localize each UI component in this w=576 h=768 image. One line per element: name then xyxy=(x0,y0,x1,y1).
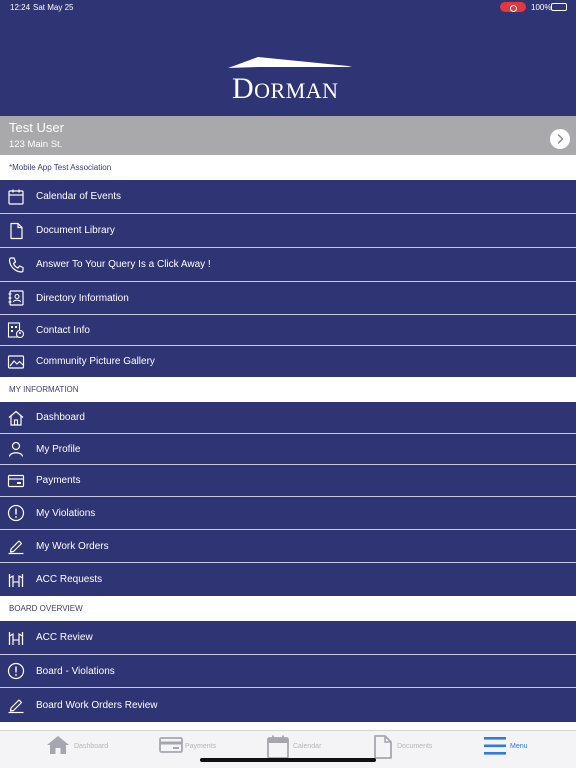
person-icon xyxy=(7,440,25,458)
association-label: *Mobile App Test Association xyxy=(0,155,576,180)
logo-text: DORMAN xyxy=(232,72,339,105)
chevron-right-icon xyxy=(557,134,564,144)
status-date: Sat May 25 xyxy=(33,3,74,12)
user-address: 123 Main St. xyxy=(9,139,63,150)
menu-item-label: Board Work Orders Review xyxy=(36,699,158,711)
menu-item-label: ACC Requests xyxy=(36,574,103,585)
menu-item-dashboard[interactable]: Dashboard xyxy=(0,402,576,434)
home-indicator xyxy=(200,758,376,762)
menu-item-acc-requests[interactable]: ACC Requests xyxy=(0,563,576,596)
exclamation-circle-icon xyxy=(7,504,25,522)
menu-item-contact-info[interactable]: Contact Info xyxy=(0,315,576,346)
menu-item-label: ACC Review xyxy=(36,632,93,643)
menu-item-label: My Profile xyxy=(36,443,81,455)
pen-edit-icon xyxy=(7,537,25,555)
menu-item-my-violations[interactable]: My Violations xyxy=(0,497,576,530)
menu-icon xyxy=(484,737,506,755)
menu-item-my-work-orders[interactable]: My Work Orders xyxy=(0,530,576,563)
logo-roof-icon xyxy=(228,57,352,68)
home-icon xyxy=(47,736,69,754)
menu-item-my-profile[interactable]: My Profile xyxy=(0,434,576,465)
tab-label: Calendar xyxy=(293,743,322,750)
app-header: DORMAN xyxy=(0,16,576,116)
tab-label: Dashboard xyxy=(74,743,109,750)
tab-menu[interactable]: Menu xyxy=(484,731,534,763)
battery-icon xyxy=(551,3,567,11)
menu-item-calendar-of-events[interactable]: Calendar of Events xyxy=(0,180,576,214)
user-info-bar[interactable]: Test User 123 Main St. xyxy=(0,116,576,155)
menu-item-directory-information[interactable]: Directory Information xyxy=(0,282,576,315)
calendar-icon xyxy=(267,735,289,759)
menu-item-label: Community Picture Gallery xyxy=(36,356,155,367)
menu-item-label: Answer To Your Query Is a Click Away ! xyxy=(36,259,211,270)
menu-item-label: Directory Information xyxy=(36,292,129,304)
menu-item-label: Dashboard xyxy=(36,412,85,423)
menu-item-label: Contact Info xyxy=(36,324,90,336)
section-header-my-information: MY INFORMATION xyxy=(0,377,576,402)
tab-label: Menu xyxy=(510,743,528,750)
battery-percent: 100% xyxy=(531,3,552,12)
tab-label: Payments xyxy=(185,743,217,750)
menu-item-board-violations[interactable]: Board - Violations xyxy=(0,655,576,688)
menu-item-community-picture-gallery[interactable]: Community Picture Gallery xyxy=(0,346,576,377)
menu-item-label: Payments xyxy=(36,475,81,486)
tab-bar: Dashboard Payments Calendar Documents Me… xyxy=(0,730,576,768)
acc-building-icon xyxy=(7,571,25,589)
section-header-board-overview: BOARD OVERVIEW xyxy=(0,596,576,621)
phone-icon xyxy=(7,256,25,274)
user-details-button[interactable] xyxy=(550,129,570,149)
document-icon xyxy=(374,735,392,759)
menu-item-label: Board - Violations xyxy=(36,665,115,677)
building-contact-icon xyxy=(7,321,25,339)
exclamation-circle-icon xyxy=(7,662,25,680)
menu-item-label: My Work Orders xyxy=(36,540,109,552)
dorman-logo: DORMAN xyxy=(228,56,352,106)
payment-card-icon xyxy=(7,472,25,490)
picture-gallery-icon xyxy=(7,353,25,371)
tab-dashboard[interactable]: Dashboard xyxy=(46,731,118,763)
user-name: Test User xyxy=(9,120,64,135)
document-icon xyxy=(7,222,25,240)
menu-item-acc-review[interactable]: ACC Review xyxy=(0,621,576,655)
menu-item-label: Document Library xyxy=(36,225,115,236)
status-bar: 12:24 Sat May 25 100% xyxy=(0,0,576,16)
tab-label: Documents xyxy=(397,743,433,750)
menu-item-label: Calendar of Events xyxy=(36,191,122,202)
home-icon xyxy=(7,409,25,427)
pen-edit-icon xyxy=(7,696,25,714)
contact-book-icon xyxy=(7,289,25,307)
list-bottom-spacer xyxy=(0,722,576,730)
payment-card-icon xyxy=(159,737,183,753)
menu-item-label: My Violations xyxy=(36,507,96,519)
acc-building-icon xyxy=(7,629,25,647)
tab-documents[interactable]: Documents xyxy=(374,731,446,763)
status-time: 12:24 xyxy=(10,3,31,12)
menu-item-payments[interactable]: Payments xyxy=(0,465,576,497)
menu-item-answer-query[interactable]: Answer To Your Query Is a Click Away ! xyxy=(0,248,576,282)
screen-recording-icon xyxy=(500,2,526,12)
menu-item-board-work-orders-review[interactable]: Board Work Orders Review xyxy=(0,688,576,722)
calendar-icon xyxy=(7,188,25,206)
menu-item-document-library[interactable]: Document Library xyxy=(0,214,576,248)
